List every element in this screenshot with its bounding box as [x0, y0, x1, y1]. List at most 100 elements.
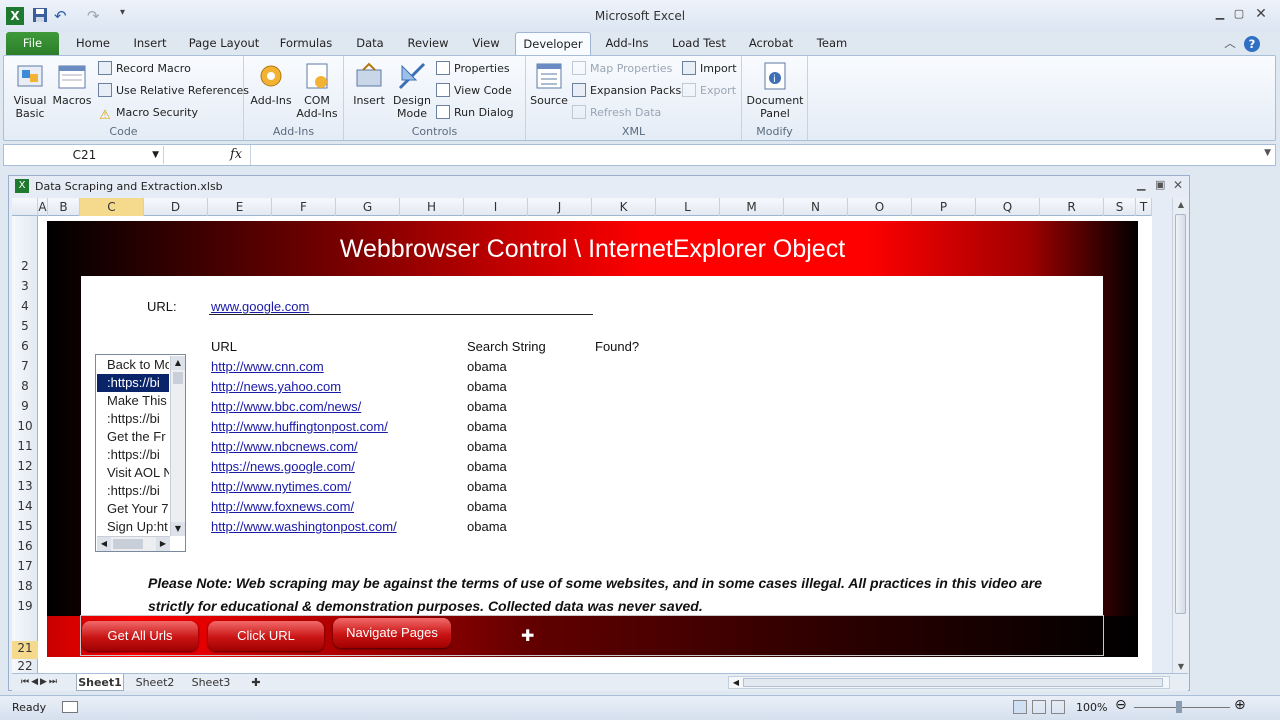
tab-sheet3[interactable]: Sheet3: [186, 674, 236, 691]
import-button[interactable]: Import: [682, 60, 737, 78]
column-header[interactable]: A: [38, 198, 48, 216]
tab-load-test[interactable]: Load Test: [668, 32, 730, 56]
row-header[interactable]: 13: [12, 479, 38, 493]
scrollbar-thumb[interactable]: [113, 539, 143, 549]
list-item[interactable]: Make This: [97, 392, 169, 410]
row-header[interactable]: 15: [12, 519, 38, 533]
links-listbox[interactable]: Back to Mo :https://bi Make This :https:…: [95, 354, 186, 552]
macro-recording-icon[interactable]: [62, 701, 78, 713]
help-icon[interactable]: ?: [1244, 36, 1260, 52]
url-value[interactable]: www.google.com: [211, 299, 309, 314]
list-item[interactable]: Visit AOL N: [97, 464, 169, 482]
row-header[interactable]: 16: [12, 539, 38, 553]
macros-button[interactable]: Macros: [52, 60, 92, 107]
column-header[interactable]: K: [592, 198, 656, 216]
tab-team[interactable]: Team: [812, 32, 852, 56]
row-header[interactable]: 10: [12, 419, 38, 433]
zoom-in-icon[interactable]: ⊕: [1234, 697, 1246, 713]
tab-page-layout[interactable]: Page Layout: [186, 32, 262, 56]
site-url[interactable]: http://www.huffingtonpost.com/: [211, 419, 388, 434]
site-url[interactable]: http://www.bbc.com/news/: [211, 399, 361, 414]
zoom-slider-thumb[interactable]: [1176, 701, 1182, 713]
site-url[interactable]: http://www.washingtonpost.com/: [211, 519, 397, 534]
click-url-button[interactable]: Click URL: [208, 621, 324, 651]
macro-security-button[interactable]: ⚠ Macro Security: [98, 104, 198, 123]
site-url[interactable]: http://www.cnn.com: [211, 359, 324, 374]
run-dialog-button[interactable]: Run Dialog: [436, 104, 514, 122]
column-header[interactable]: O: [848, 198, 912, 216]
tab-sheet1[interactable]: Sheet1: [76, 674, 124, 691]
insert-control-button[interactable]: Insert: [348, 60, 390, 107]
normal-view-icon[interactable]: [1013, 700, 1027, 714]
site-url[interactable]: https://news.google.com/: [211, 459, 355, 474]
com-add-ins-button[interactable]: COM Add-Ins: [294, 60, 340, 120]
minimize-ribbon-icon[interactable]: ︿: [1222, 32, 1238, 56]
source-button[interactable]: Source: [528, 60, 570, 107]
row-header[interactable]: 22: [12, 659, 38, 673]
column-header[interactable]: C: [80, 198, 144, 216]
record-macro-button[interactable]: Record Macro: [98, 60, 191, 78]
column-header[interactable]: R: [1040, 198, 1104, 216]
list-item[interactable]: Get the Fr: [97, 428, 169, 446]
scrollbar-thumb[interactable]: [743, 678, 1163, 687]
column-header[interactable]: H: [400, 198, 464, 216]
list-item[interactable]: :https://bi: [97, 374, 169, 392]
scroll-left-icon[interactable]: ◀: [97, 537, 111, 551]
column-header[interactable]: M: [720, 198, 784, 216]
workbook-restore-icon[interactable]: ▣: [1155, 178, 1165, 191]
tab-view[interactable]: View: [466, 32, 506, 56]
row-header[interactable]: 5: [12, 319, 38, 333]
row-header[interactable]: 2: [12, 259, 38, 273]
formula-input[interactable]: [250, 145, 1250, 165]
workbook-minimize-icon[interactable]: ▁: [1137, 178, 1145, 191]
minimize-icon[interactable]: ▁: [1213, 8, 1227, 20]
list-item[interactable]: Back to Mo: [97, 356, 169, 374]
site-url[interactable]: http://news.yahoo.com: [211, 379, 341, 394]
tab-acrobat[interactable]: Acrobat: [744, 32, 798, 56]
scroll-down-icon[interactable]: ▼: [171, 522, 185, 536]
sheet-navigation-icon[interactable]: ⏮◀▶⏭: [14, 674, 66, 691]
site-url[interactable]: http://www.nbcnews.com/: [211, 439, 358, 454]
listbox-horizontal-scrollbar[interactable]: ◀ ▶: [97, 536, 170, 551]
zoom-level[interactable]: 100%: [1076, 701, 1107, 714]
row-header[interactable]: 12: [12, 459, 38, 473]
column-header[interactable]: N: [784, 198, 848, 216]
row-header[interactable]: 14: [12, 499, 38, 513]
row-header[interactable]: 18: [12, 579, 38, 593]
navigate-pages-button[interactable]: Navigate Pages: [333, 618, 451, 648]
add-ins-button[interactable]: Add-Ins: [248, 60, 294, 107]
design-mode-button[interactable]: Design Mode: [390, 60, 434, 120]
tab-sheet2[interactable]: Sheet2: [130, 674, 180, 691]
zoom-out-icon[interactable]: ⊖: [1115, 697, 1127, 713]
column-header[interactable]: G: [336, 198, 400, 216]
refresh-data-button[interactable]: Refresh Data: [572, 104, 661, 122]
name-box-dropdown-icon[interactable]: ▼: [152, 146, 159, 164]
tab-home[interactable]: Home: [70, 32, 116, 56]
expansion-packs-button[interactable]: Expansion Packs: [572, 82, 681, 100]
column-header[interactable]: P: [912, 198, 976, 216]
get-all-urls-button[interactable]: Get All Urls: [82, 621, 198, 651]
tab-formulas[interactable]: Formulas: [276, 32, 336, 56]
column-header[interactable]: F: [272, 198, 336, 216]
tab-developer[interactable]: Developer: [515, 32, 591, 56]
column-header[interactable]: D: [144, 198, 208, 216]
close-icon[interactable]: ✕: [1254, 7, 1268, 21]
horizontal-scrollbar[interactable]: ◀: [728, 676, 1170, 689]
column-header[interactable]: E: [208, 198, 272, 216]
scroll-up-icon[interactable]: ▲: [171, 356, 185, 370]
scrollbar-thumb[interactable]: [1175, 214, 1186, 614]
tab-add-ins[interactable]: Add-Ins: [600, 32, 654, 56]
row-header[interactable]: 17: [12, 559, 38, 573]
row-header[interactable]: 7: [12, 359, 38, 373]
scrollbar-thumb[interactable]: [173, 372, 183, 384]
row-header[interactable]: 4: [12, 299, 38, 313]
page-break-view-icon[interactable]: [1051, 700, 1065, 714]
column-header[interactable]: J: [528, 198, 592, 216]
map-properties-button[interactable]: Map Properties: [572, 60, 672, 78]
tab-insert[interactable]: Insert: [126, 32, 174, 56]
relative-references-button[interactable]: Use Relative References: [98, 82, 249, 100]
site-url[interactable]: http://www.foxnews.com/: [211, 499, 354, 514]
list-item[interactable]: :https://bi: [97, 446, 169, 464]
scroll-right-icon[interactable]: ▶: [156, 537, 170, 551]
column-header[interactable]: T: [1136, 198, 1152, 216]
